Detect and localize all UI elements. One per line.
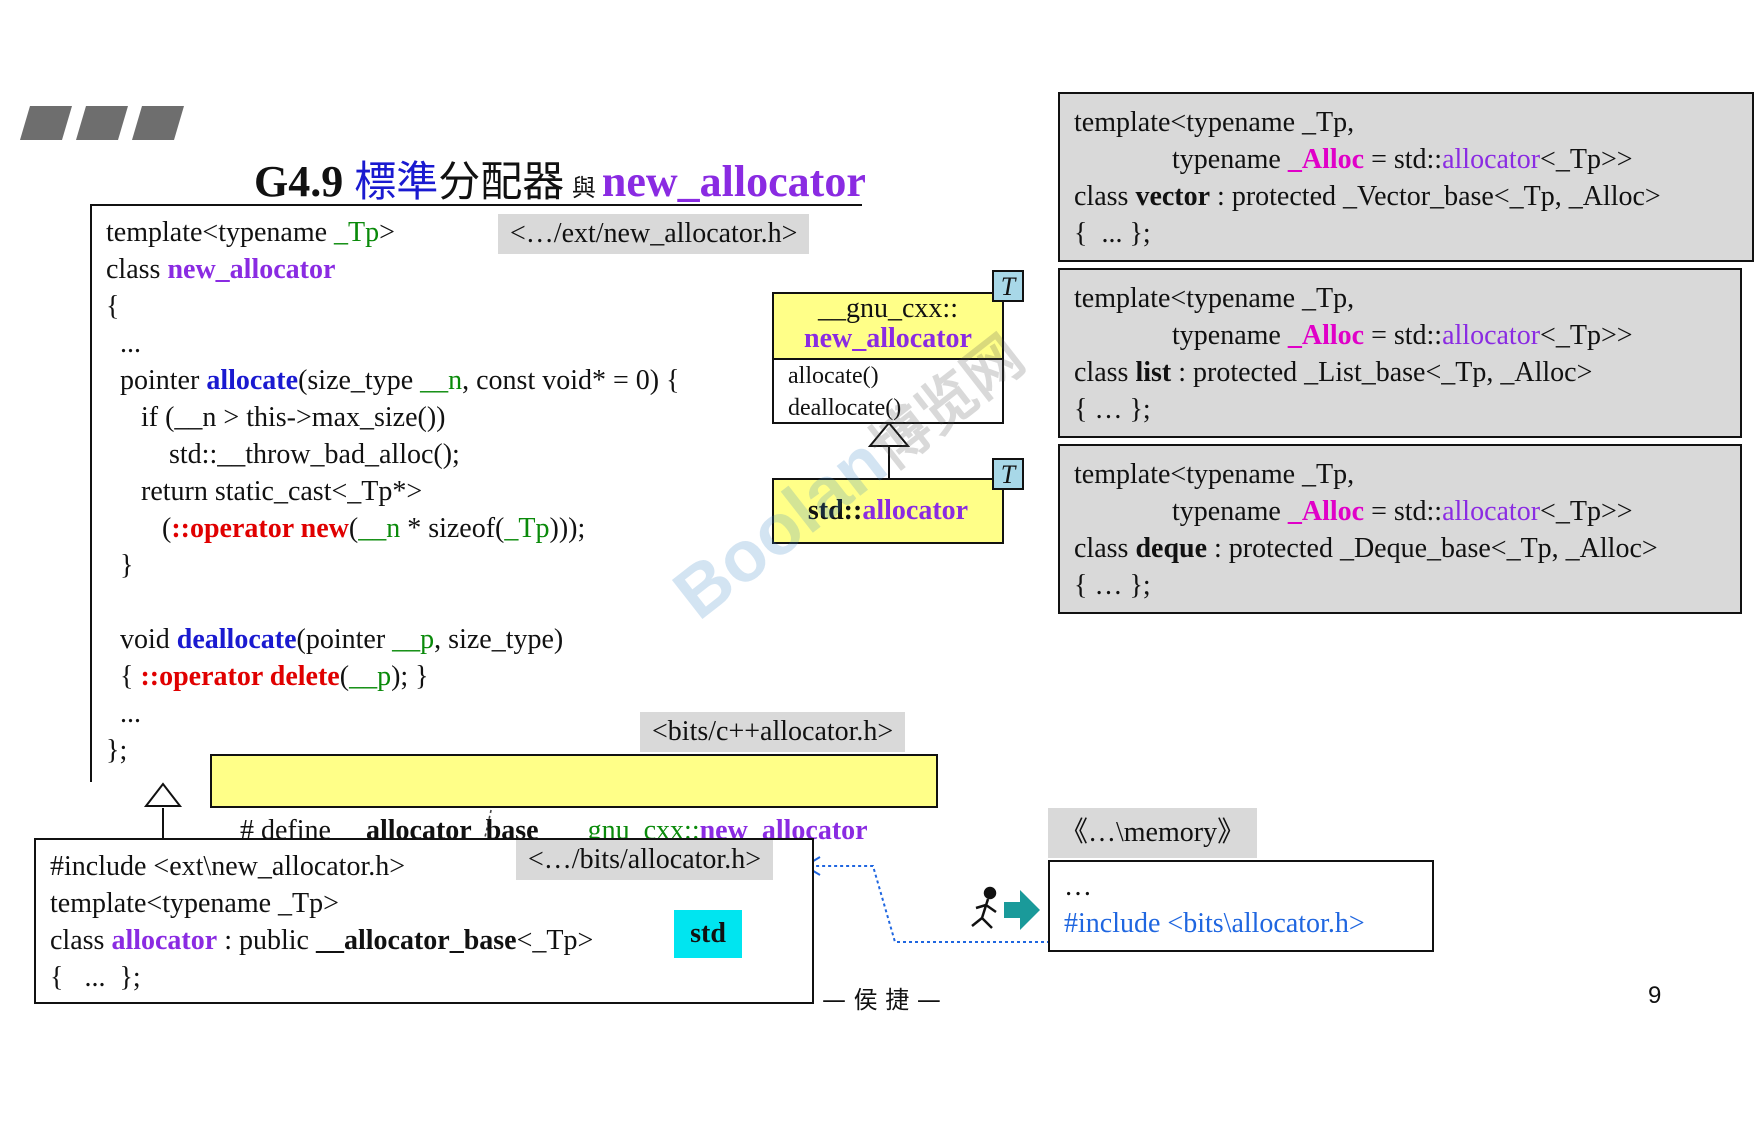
uml-gnu-namespace: __gnu_cxx:: bbox=[818, 293, 958, 324]
deque-declaration-box: template<typename _Tp, typename _Alloc =… bbox=[1058, 444, 1742, 614]
memory-header-label: 《…\memory》 bbox=[1048, 808, 1258, 858]
code-line: pointer allocate(size_type __n, const vo… bbox=[106, 365, 680, 396]
vector-declaration-box: template<typename _Tp, typename _Alloc =… bbox=[1058, 92, 1754, 262]
running-figure-icon bbox=[971, 886, 997, 929]
page-number: 9 bbox=[1648, 982, 1662, 1009]
code-line: { ... }; bbox=[50, 962, 141, 993]
uml-gnu-new-allocator: __gnu_cxx:: new_allocator allocate() dea… bbox=[772, 292, 1004, 424]
memory-include-box: … #include <bits\allocator.h> bbox=[1048, 860, 1434, 952]
code-line: ... bbox=[106, 698, 141, 729]
template-tag: T bbox=[992, 270, 1024, 302]
code-line: (::operator new(__n * sizeof(_Tp))); bbox=[106, 513, 586, 544]
new-allocator-code: template<typename _Tp> class new_allocat… bbox=[106, 214, 680, 769]
code-line: template<typename _Tp> bbox=[106, 217, 395, 248]
code-line: #include <ext\new_allocator.h> bbox=[50, 851, 406, 882]
std-namespace-badge: std bbox=[674, 910, 742, 958]
code-line: void deallocate(pointer __p, size_type) bbox=[106, 624, 564, 655]
define-allocator-base: # define __allocator_base __gnu_cxx::new… bbox=[210, 754, 938, 846]
code-line: class allocator : public __allocator_bas… bbox=[50, 925, 594, 956]
uml-method: deallocate() bbox=[788, 395, 902, 421]
code-line: ... bbox=[106, 328, 141, 359]
inherit-arrow bbox=[143, 782, 183, 807]
cxx-allocator-label: <bits/c++allocator.h> bbox=[640, 712, 906, 752]
uml-std-allocator: std::allocator bbox=[772, 478, 1004, 544]
code-line: class new_allocator bbox=[106, 254, 336, 285]
code-line: template<typename _Tp> bbox=[50, 888, 339, 919]
code-line: return static_cast<_Tp*> bbox=[106, 476, 423, 507]
list-declaration-box: template<typename _Tp, typename _Alloc =… bbox=[1058, 268, 1742, 438]
uml-method: allocate() bbox=[788, 363, 879, 389]
allocator-code: #include <ext\new_allocator.h> template<… bbox=[50, 848, 593, 996]
code-line: if (__n > this->max_size()) bbox=[106, 402, 446, 433]
code-line: { bbox=[106, 291, 120, 322]
uml-inherit-arrow bbox=[867, 421, 911, 447]
code-line: std::__throw_bad_alloc(); bbox=[106, 439, 460, 470]
include-allocator-link[interactable]: #include <bits\allocator.h> bbox=[1064, 905, 1418, 942]
teal-arrow-icon bbox=[1004, 890, 1040, 930]
uml-gnu-class: new_allocator bbox=[804, 323, 972, 354]
code-line: { ::operator delete(__p); } bbox=[106, 661, 429, 692]
template-tag: T bbox=[992, 458, 1024, 490]
author-credit: — 侯 捷 — bbox=[822, 986, 941, 1014]
code-line: } bbox=[106, 550, 134, 581]
